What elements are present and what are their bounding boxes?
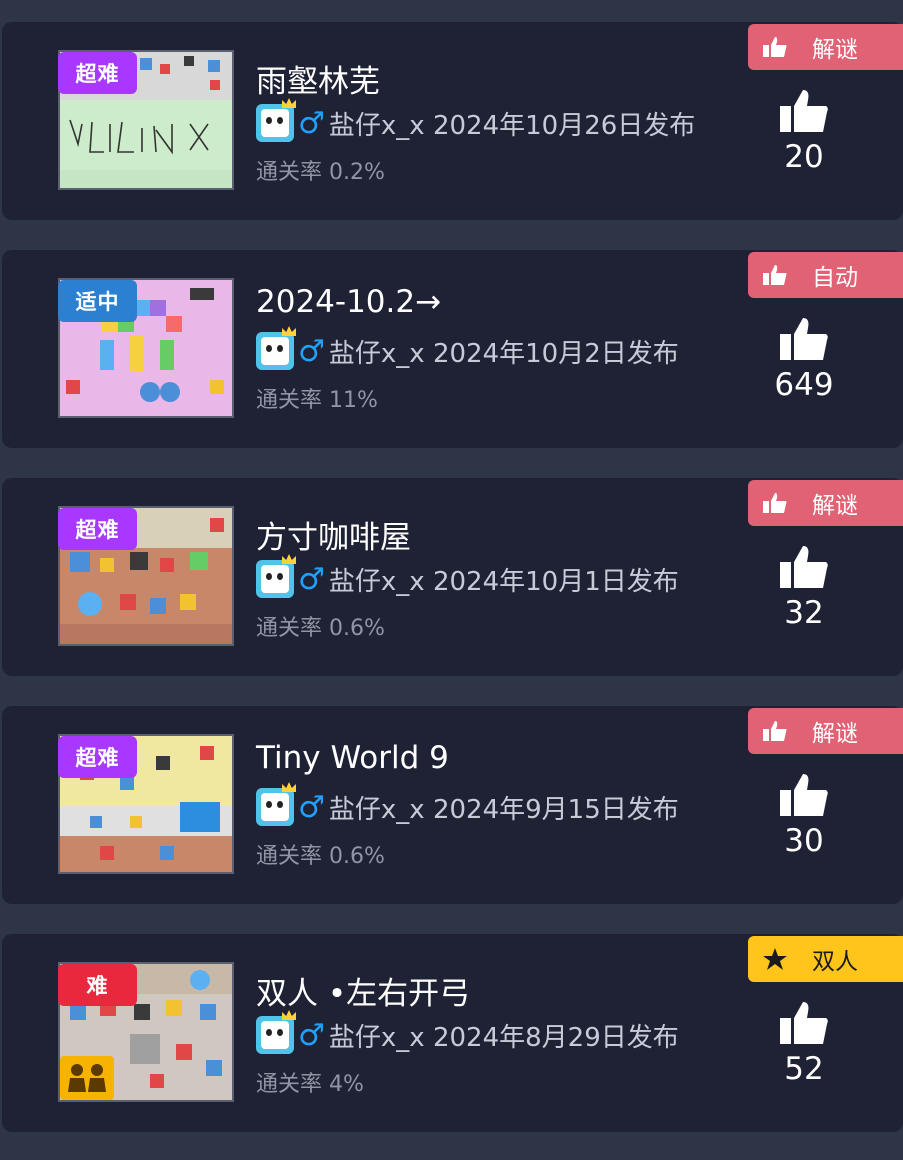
thumbs-up-small-icon (760, 36, 790, 58)
level-card[interactable]: 超难 Tiny World 9 ♂ 盐仔x_x 2024年9月15日发布 通关率… (2, 706, 903, 904)
author-row[interactable]: ♂ 盐仔x_x 2024年8月29日发布 (256, 1010, 679, 1056)
like-block[interactable]: 32 (754, 544, 854, 630)
difficulty-badge: 超难 (58, 508, 137, 550)
level-title[interactable]: Tiny World 9 (256, 740, 449, 776)
male-gender-icon: ♂ (298, 105, 325, 141)
category-label: 解谜 (812, 37, 858, 63)
difficulty-badge: 难 (58, 964, 137, 1006)
category-label: 解谜 (812, 493, 858, 519)
category-label: 自动 (812, 265, 858, 291)
star-icon (760, 947, 790, 971)
thumbs-up-icon[interactable] (778, 88, 830, 134)
male-gender-icon: ♂ (298, 561, 325, 597)
male-gender-icon: ♂ (298, 789, 325, 825)
like-count: 30 (784, 823, 824, 859)
level-title[interactable]: 双人 •左右开弓 (256, 968, 470, 1013)
like-count: 52 (784, 1051, 824, 1087)
clear-rate: 通关率 0.6% (256, 616, 385, 641)
category-tag[interactable]: 自动 (748, 252, 903, 298)
like-block[interactable]: 649 (754, 316, 854, 402)
avatar[interactable] (256, 98, 296, 142)
category-tag[interactable]: 解谜 (748, 24, 903, 70)
thumbs-up-small-icon (760, 720, 790, 742)
thumbs-up-icon[interactable] (778, 772, 830, 818)
like-block[interactable]: 20 (754, 88, 854, 174)
like-count: 20 (784, 139, 824, 175)
thumbs-up-small-icon (760, 492, 790, 514)
author-date: 盐仔x_x 2024年10月26日发布 (328, 110, 696, 141)
category-tag[interactable]: 双人 (748, 936, 903, 982)
author-row[interactable]: ♂ 盐仔x_x 2024年10月26日发布 (256, 98, 696, 144)
like-count: 649 (774, 367, 834, 403)
like-block[interactable]: 30 (754, 772, 854, 858)
author-row[interactable]: ♂ 盐仔x_x 2024年9月15日发布 (256, 782, 679, 828)
author-date: 盐仔x_x 2024年10月2日发布 (328, 338, 679, 369)
difficulty-badge: 超难 (58, 736, 137, 778)
difficulty-badge: 适中 (58, 280, 137, 322)
level-card[interactable]: 适中 2024-10.2→ ♂ 盐仔x_x 2024年10月2日发布 通关率 1… (2, 250, 903, 448)
clear-rate: 通关率 11% (256, 388, 378, 413)
level-title[interactable]: 2024-10.2→ (256, 284, 441, 320)
author-row[interactable]: ♂ 盐仔x_x 2024年10月2日发布 (256, 326, 679, 372)
category-tag[interactable]: 解谜 (748, 708, 903, 754)
clear-rate: 通关率 0.2% (256, 160, 385, 185)
level-card[interactable]: 超难 雨壑林芜 ♂ 盐仔x_x 2024年10月26日发布 通关率 0.2% 解… (2, 22, 903, 220)
level-card[interactable]: 难 双人 •左右开弓 ♂ 盐仔x_x 2024年8月29日发布 通关率 4% 双… (2, 934, 903, 1132)
difficulty-badge: 超难 (58, 52, 137, 94)
male-gender-icon: ♂ (298, 333, 325, 369)
author-row[interactable]: ♂ 盐仔x_x 2024年10月1日发布 (256, 554, 679, 600)
level-title[interactable]: 雨壑林芜 (256, 56, 380, 101)
category-label: 双人 (812, 949, 858, 975)
avatar[interactable] (256, 554, 296, 598)
avatar[interactable] (256, 782, 296, 826)
like-count: 32 (784, 595, 824, 631)
thumbs-up-icon[interactable] (778, 1000, 830, 1046)
category-label: 解谜 (812, 721, 858, 747)
male-gender-icon: ♂ (298, 1017, 325, 1053)
thumbs-up-icon[interactable] (778, 316, 830, 362)
two-players-icon (60, 1056, 114, 1100)
author-date: 盐仔x_x 2024年9月15日发布 (328, 794, 679, 825)
thumbs-up-small-icon (760, 264, 790, 286)
clear-rate: 通关率 4% (256, 1072, 364, 1097)
author-date: 盐仔x_x 2024年8月29日发布 (328, 1022, 679, 1053)
thumbs-up-icon[interactable] (778, 544, 830, 590)
clear-rate: 通关率 0.6% (256, 844, 385, 869)
level-title[interactable]: 方寸咖啡屋 (256, 512, 411, 557)
author-date: 盐仔x_x 2024年10月1日发布 (328, 566, 679, 597)
avatar[interactable] (256, 1010, 296, 1054)
category-tag[interactable]: 解谜 (748, 480, 903, 526)
avatar[interactable] (256, 326, 296, 370)
like-block[interactable]: 52 (754, 1000, 854, 1086)
level-card[interactable]: 超难 方寸咖啡屋 ♂ 盐仔x_x 2024年10月1日发布 通关率 0.6% 解… (2, 478, 903, 676)
